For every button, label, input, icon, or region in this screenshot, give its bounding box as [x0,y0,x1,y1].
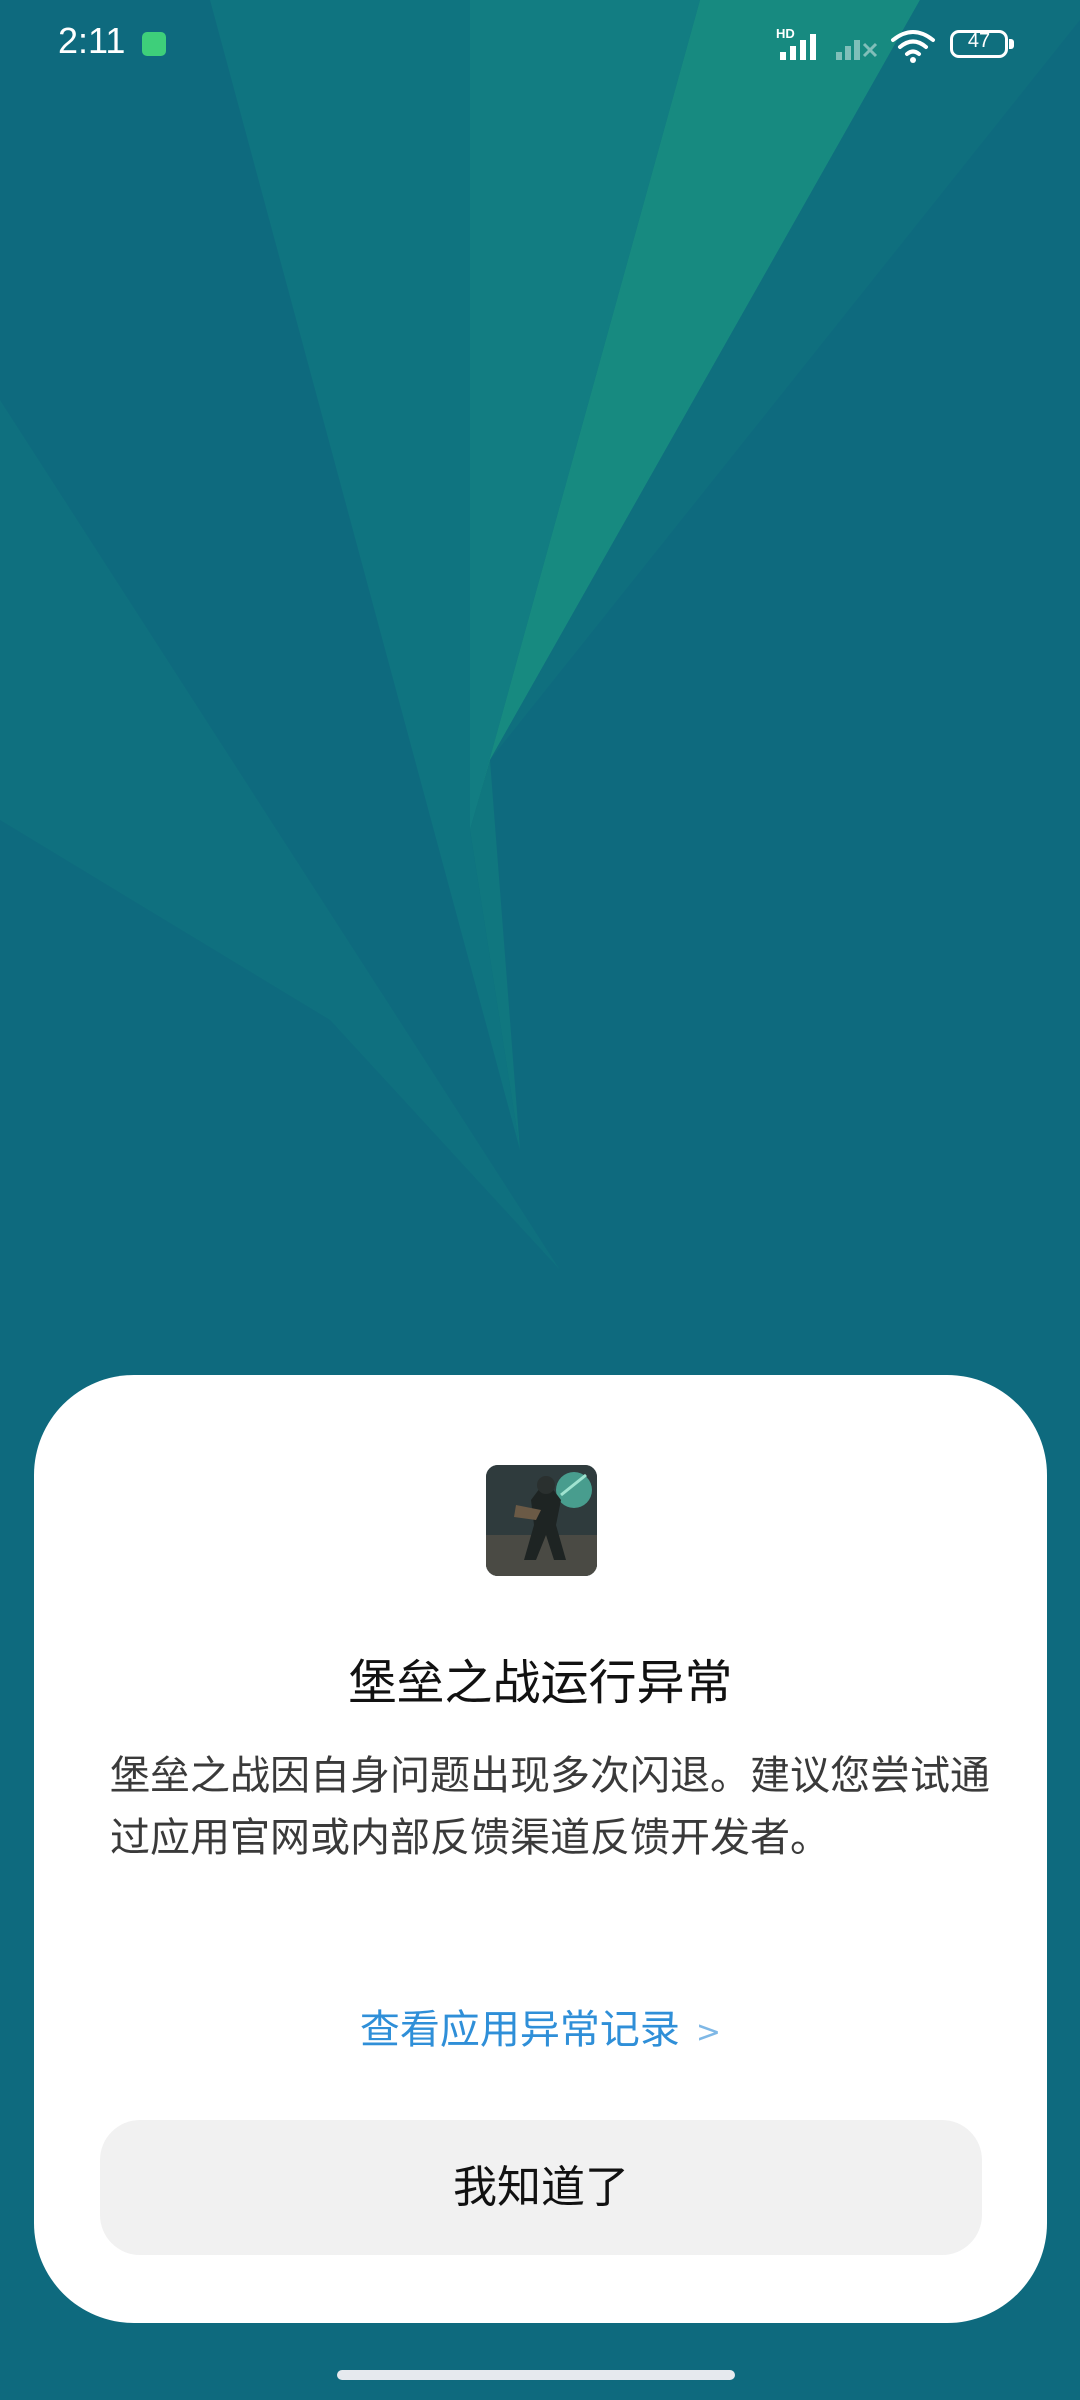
app-icon [486,1465,597,1576]
acknowledge-button[interactable]: 我知道了 [100,2120,982,2255]
dialog-message: 堡垒之战因自身问题出现多次闪退。建议您尝试通过应用官网或内部反馈渠道反馈开发者。 [110,1753,990,1861]
dialog-title: 堡垒之战运行异常 [348,1655,733,1711]
screen-recorder-icon [142,32,166,56]
view-crash-records-link[interactable]: 查看应用异常记录 > [34,1997,1047,2055]
status-bar: 2:11 HD 47 [0,0,1080,92]
cell-signal-no-service-icon [836,40,878,60]
cell-signal-icon [780,34,816,60]
chevron-right-icon: > [695,2014,722,2050]
battery-level: 47 [967,30,991,52]
view-crash-records-label: 查看应用异常记录 [359,2007,680,2053]
status-time: 2:11 [58,20,126,61]
wifi-icon [891,30,935,63]
home-indicator[interactable] [337,2370,735,2380]
crash-dialog: 堡垒之战运行异常 堡垒之战因自身问题出现多次闪退。建议您尝试通过应用官网或内部反… [34,1375,1047,2323]
battery-icon: 47 [950,30,1008,58]
battery-tip [1009,39,1014,49]
